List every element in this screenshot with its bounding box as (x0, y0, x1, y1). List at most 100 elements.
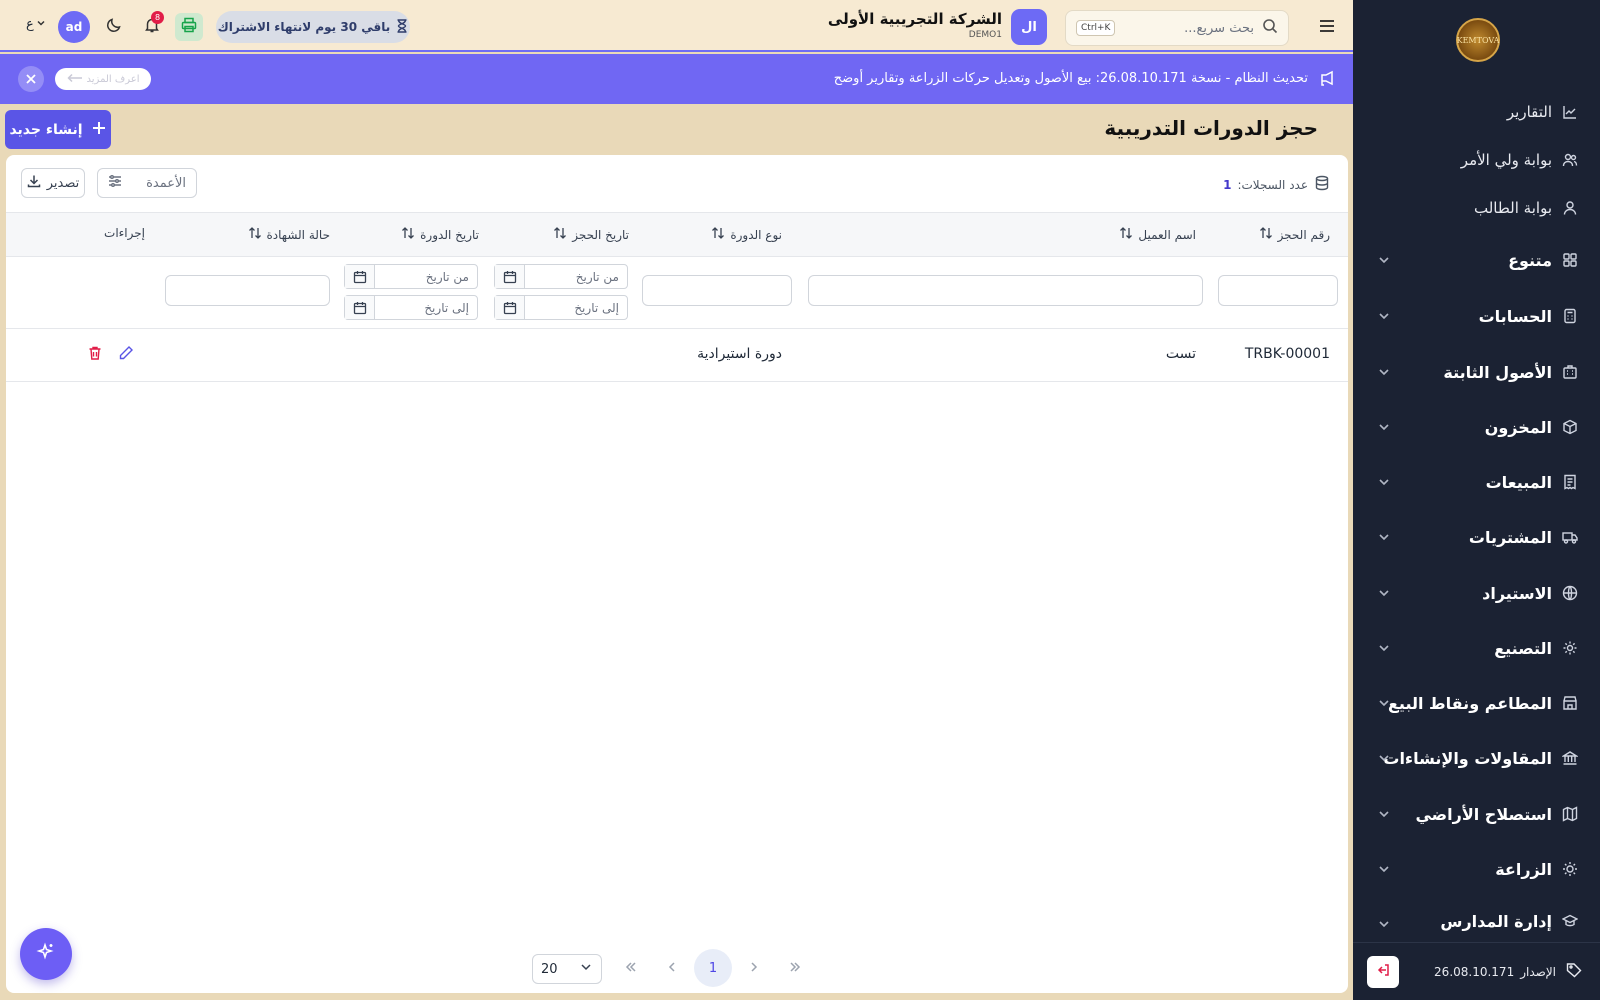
chevron-down-icon (1377, 916, 1391, 933)
chevron-down-icon (579, 960, 593, 978)
sidebar-item-reports[interactable]: التقارير (1377, 97, 1578, 127)
chevron-down-icon (1377, 585, 1391, 604)
pencil-icon (118, 346, 134, 365)
map-icon (1562, 806, 1578, 822)
create-new-label: إنشاء جديد (9, 121, 83, 138)
filter-course-date-to[interactable]: إلى تاريخ (344, 295, 478, 320)
sliders-icon (108, 174, 122, 192)
header-client-name[interactable]: اسم العميل (1119, 226, 1196, 243)
table-header: رقم الحجز اسم العميل نوع الدورة تاريخ ال… (6, 212, 1348, 257)
announcement-text: تحديث النظام - نسخة 26.08.10.171: بيع ال… (833, 71, 1308, 86)
sidebar-item-student-portal[interactable]: بوابة الطالب (1377, 193, 1578, 223)
sidebar-group-land-reclamation[interactable]: استصلاح الأراضي (1377, 799, 1578, 829)
sidebar-item-parent-portal[interactable]: بوابة ولي الأمر (1377, 145, 1578, 175)
edit-button[interactable] (118, 345, 134, 365)
table-row[interactable]: TRBK-00001 تست دورة استيرادية (6, 329, 1348, 382)
sidebar-item-label: بوابة الطالب (1474, 199, 1552, 217)
subscription-badge[interactable]: باقي 30 يوم لانتهاء الاشتراك (216, 11, 410, 43)
header-certificate-status[interactable]: حالة الشهادة (248, 226, 330, 243)
header-actions: إجراءات (104, 226, 145, 240)
sidebar-group-agriculture[interactable]: الزراعة (1377, 854, 1578, 884)
header-course-type[interactable]: نوع الدورة (711, 226, 782, 243)
chevron-down-icon (1377, 364, 1391, 383)
records-label: عدد السجلات: (1237, 177, 1308, 192)
moon-icon (106, 17, 122, 37)
sidebar-group-inventory[interactable]: المخزون (1377, 412, 1578, 442)
page-size-select[interactable]: 20 (532, 954, 602, 984)
chevron-down-icon (1377, 806, 1391, 825)
filter-booking-no[interactable] (1218, 275, 1338, 306)
globe-icon (1562, 585, 1578, 601)
company-code: DEMO1 (968, 30, 1002, 40)
sidebar-group-restaurants[interactable]: المطاعم ونقاط البيع (1377, 688, 1578, 718)
header-label: إجراءات (104, 226, 145, 240)
filter-booking-date-to[interactable]: إلى تاريخ (494, 295, 628, 320)
truck-icon (1562, 529, 1578, 545)
header-label: تاريخ الدورة (420, 227, 479, 242)
theme-toggle[interactable] (100, 13, 128, 41)
version-label: الإصدار (1520, 964, 1556, 979)
sidebar-group-sales[interactable]: المبيعات (1377, 467, 1578, 497)
chevron-down-icon (36, 17, 46, 32)
menu-icon[interactable] (1317, 16, 1337, 40)
language-selector[interactable]: ع (26, 17, 46, 32)
notification-count: 8 (151, 11, 164, 24)
columns-button[interactable]: الأعمدة (97, 168, 197, 198)
calendar-icon[interactable] (495, 296, 525, 319)
sidebar-group-label: استصلاح الأراضي (1415, 804, 1552, 824)
learn-more-button[interactable]: اعرف المزيد (55, 68, 151, 90)
header-course-date[interactable]: تاريخ الدورة (401, 226, 479, 243)
user-avatar[interactable]: ad (58, 11, 90, 43)
sidebar-group-purchases[interactable]: المشتريات (1377, 522, 1578, 552)
company-logo[interactable]: KEMTOVA (1456, 18, 1500, 62)
notifications-button[interactable]: 8 (138, 11, 166, 41)
sidebar-footer: الإصدار 26.08.10.171 (1353, 942, 1600, 1000)
sidebar-group-schools[interactable]: إدارة المدارس (1377, 909, 1578, 933)
filter-course-type[interactable] (642, 275, 792, 306)
users-icon (1562, 152, 1578, 168)
chevron-down-icon (1377, 308, 1391, 327)
filter-client-name[interactable] (808, 275, 1203, 306)
ai-assistant-button[interactable] (20, 928, 72, 980)
delete-button[interactable] (87, 345, 103, 365)
header-booking-date[interactable]: تاريخ الحجز (553, 226, 629, 243)
page-size-value: 20 (541, 961, 558, 977)
header-booking-no[interactable]: رقم الحجز (1259, 226, 1330, 243)
company-name[interactable]: الشركة التجريبية الأولى (828, 10, 1002, 28)
sun-icon (1562, 861, 1578, 877)
sidebar-group-label: الاستيراد (1482, 583, 1552, 603)
sidebar-group-manufacturing[interactable]: التصنيع (1377, 633, 1578, 663)
sidebar-group-label: المقاولات والإنشاءات (1383, 748, 1552, 768)
export-button[interactable]: تصدير (21, 168, 85, 198)
filter-course-date-from[interactable]: من تاريخ (344, 264, 478, 289)
create-new-button[interactable]: إنشاء جديد (5, 110, 111, 149)
calendar-icon[interactable] (345, 265, 375, 288)
sidebar-group-misc[interactable]: متنوع (1377, 245, 1578, 275)
sidebar-group-contracting[interactable]: المقاولات والإنشاءات (1377, 743, 1578, 773)
sidebar-group-import[interactable]: الاستيراد (1377, 578, 1578, 608)
print-button[interactable] (175, 13, 203, 41)
grid-icon (1562, 252, 1578, 268)
last-page-button[interactable] (784, 958, 806, 980)
sidebar-group-accounts[interactable]: الحسابات (1377, 301, 1578, 331)
chevron-right-icon (747, 960, 761, 978)
prev-page-button[interactable] (661, 958, 683, 980)
gear-icon (1562, 640, 1578, 656)
page-number-current[interactable]: 1 (694, 949, 732, 987)
sort-icon (711, 226, 725, 243)
close-banner-button[interactable] (18, 66, 44, 92)
sidebar-group-label: المخزون (1484, 417, 1552, 437)
sidebar-group-label: المبيعات (1485, 472, 1552, 492)
first-page-button[interactable] (620, 958, 642, 980)
chevrons-right-icon (788, 960, 802, 978)
filter-certificate-status[interactable] (165, 275, 330, 306)
next-page-button[interactable] (743, 958, 765, 980)
logout-button[interactable] (1367, 956, 1399, 988)
calendar-icon[interactable] (495, 265, 525, 288)
chevron-down-icon (1377, 695, 1391, 714)
sidebar-group-fixed-assets[interactable]: الأصول الثابتة (1377, 357, 1578, 387)
filter-booking-date-from[interactable]: من تاريخ (494, 264, 628, 289)
calendar-icon[interactable] (345, 296, 375, 319)
company-avatar[interactable]: ال (1011, 9, 1047, 45)
quick-search-input[interactable]: بحث سريع... Ctrl+K (1065, 10, 1289, 46)
